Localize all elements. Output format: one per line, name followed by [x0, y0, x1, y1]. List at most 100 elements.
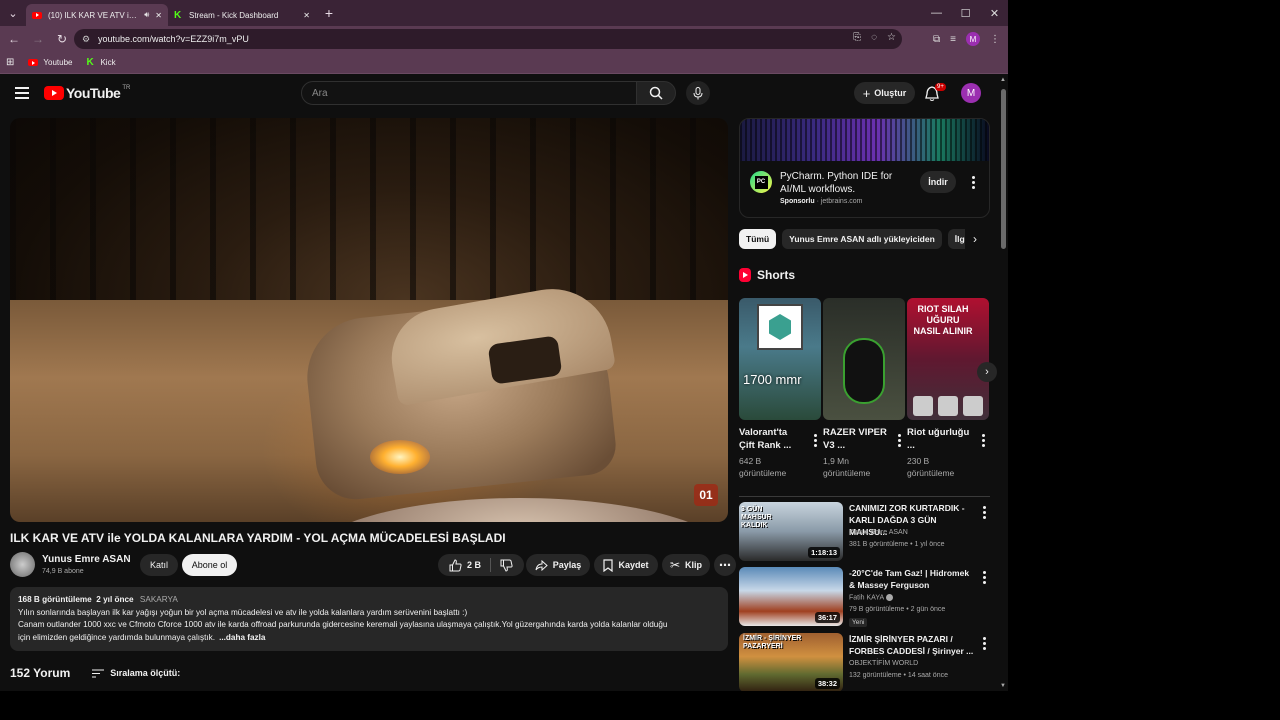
- search-button[interactable]: [636, 81, 676, 105]
- scroll-down-icon[interactable]: ▼: [1000, 683, 1006, 689]
- extensions-icon[interactable]: ⧉: [933, 34, 940, 45]
- description-meta: 168 B görüntüleme 2 yıl önce SAKARYA: [18, 594, 720, 607]
- location-tag[interactable]: SAKARYA: [140, 595, 178, 604]
- video-thumbnail[interactable]: İZMİR - ŞİRİNYER PAZARYERİ 38:32: [739, 633, 843, 691]
- youtube-favicon-icon: [32, 11, 42, 19]
- recommended-video[interactable]: 3 GÜN MAHSUR KALDIK 1:18:13 CANIMIZI ZOR…: [739, 502, 999, 562]
- chips-next-icon[interactable]: ›: [965, 229, 985, 249]
- short-thumbnail[interactable]: RIOT SILAH UĞURU NASIL ALINIR: [907, 298, 989, 420]
- page-scrollbar[interactable]: ▲ ▼: [999, 75, 1008, 691]
- video-description[interactable]: 168 B görüntüleme 2 yıl önce SAKARYA Yıl…: [10, 587, 728, 651]
- more-actions-button[interactable]: ⋯: [714, 554, 736, 576]
- clip-label: Klip: [685, 560, 703, 570]
- short-title[interactable]: RAZER VIPER V3 ...: [823, 426, 889, 452]
- video-age: 14 saat önce: [907, 672, 948, 679]
- ad-banner[interactable]: [740, 119, 989, 161]
- scrollbar-thumb[interactable]: [1001, 89, 1006, 249]
- apps-grid-icon[interactable]: ⊞: [6, 57, 14, 68]
- subscribe-button[interactable]: Abone ol: [182, 554, 237, 576]
- forward-icon[interactable]: →: [26, 27, 50, 51]
- create-button[interactable]: + Oluştur: [854, 82, 915, 104]
- video-thumbnail[interactable]: 36:17: [739, 567, 843, 626]
- minimize-icon[interactable]: —: [922, 0, 951, 26]
- tab-search-icon[interactable]: ⌄: [0, 0, 26, 26]
- ad-download-button[interactable]: İndir: [920, 171, 956, 193]
- chip-all[interactable]: Tümü: [739, 229, 777, 249]
- short-thumbnail[interactable]: [823, 298, 905, 420]
- video-age: 2 gün önce: [910, 606, 946, 613]
- kick-icon: K: [86, 57, 94, 68]
- search-input[interactable]: Ara: [301, 81, 637, 105]
- recommended-video[interactable]: 36:17 -20°C'de Tam Gaz! | Hidromek & Mas…: [739, 567, 999, 627]
- recommended-video[interactable]: İZMİR - ŞİRİNYER PAZARYERİ 38:32 İZMİR Ş…: [739, 633, 999, 691]
- shorts-next-icon[interactable]: ›: [977, 362, 997, 382]
- ad-menu-icon[interactable]: [972, 176, 975, 189]
- sponsored-ad[interactable]: PC PyCharm. Python IDE for AI/ML workflo…: [739, 118, 990, 218]
- tab-kick[interactable]: K Stream - Kick Dashboard ✕: [168, 4, 316, 26]
- thumbs-up-icon: [449, 558, 462, 571]
- sort-button[interactable]: Sıralama ölçütü:: [92, 668, 180, 678]
- short-menu-icon[interactable]: [814, 434, 817, 447]
- eye-off-icon[interactable]: ◌: [871, 32, 877, 43]
- video-menu-icon[interactable]: [983, 637, 986, 650]
- channel-name[interactable]: Yunus Emre ASAN: [42, 554, 131, 565]
- channel-name[interactable]: Yunus Emre ASAN: [849, 529, 908, 536]
- channel-name[interactable]: OBJEKTİFİM WORLD: [849, 660, 918, 667]
- tab-close-icon[interactable]: ✕: [155, 11, 162, 20]
- account-avatar[interactable]: M: [961, 83, 981, 103]
- voice-search-button[interactable]: [686, 81, 710, 105]
- youtube-logo[interactable]: YouTube TR: [44, 85, 130, 101]
- short-menu-icon[interactable]: [982, 434, 985, 447]
- site-info-icon[interactable]: ⚙: [82, 34, 92, 44]
- short-item[interactable]: RIOT SILAH UĞURU NASIL ALINIR Riot uğurl…: [907, 298, 989, 479]
- short-title[interactable]: Valorant'ta Çift Rank ...: [739, 426, 805, 452]
- short-views: 230 B görüntüleme: [907, 456, 955, 478]
- like-button[interactable]: 2 B: [449, 558, 481, 572]
- video-thumbnail[interactable]: 3 GÜN MAHSUR KALDIK 1:18:13: [739, 502, 843, 561]
- channel-avatar[interactable]: [10, 552, 35, 577]
- clip-button[interactable]: ✂ Klip: [662, 554, 710, 576]
- new-tab-icon[interactable]: +: [316, 0, 342, 26]
- media-control-icon[interactable]: ≡: [950, 34, 956, 45]
- chip-from-uploader[interactable]: Yunus Emre ASAN adlı yükleyiciden: [782, 229, 942, 249]
- video-player[interactable]: 01: [10, 118, 728, 522]
- bookmark-star-icon[interactable]: ☆: [887, 32, 896, 43]
- short-title[interactable]: Riot uğurluğu ...: [907, 426, 973, 452]
- menu-icon[interactable]: [15, 87, 29, 99]
- youtube-icon: [28, 59, 39, 66]
- profile-avatar[interactable]: M: [966, 32, 980, 46]
- video-menu-icon[interactable]: [983, 571, 986, 584]
- short-item[interactable]: RAZER VIPER V3 ... 1,9 Mn görüntüleme: [823, 298, 905, 479]
- short-menu-icon[interactable]: [898, 434, 901, 447]
- speaker-icon[interactable]: 🔊︎: [144, 10, 149, 20]
- bookmark-youtube[interactable]: Youtube: [28, 58, 72, 67]
- short-item[interactable]: 1700 mmr Valorant'ta Çift Rank ... 642 B…: [739, 298, 821, 479]
- channel-name[interactable]: Fatih KAYA: [849, 594, 894, 601]
- close-window-icon[interactable]: ✕: [980, 0, 1008, 26]
- browser-menu-icon[interactable]: ⋮: [990, 34, 1000, 45]
- shorts-header: Shorts: [739, 268, 795, 282]
- notifications-button[interactable]: 9+: [925, 83, 946, 103]
- video-title[interactable]: -20°C'de Tam Gaz! | Hidromek & Massey Fe…: [849, 567, 974, 591]
- channel-watermark-icon[interactable]: 01: [694, 484, 718, 506]
- share-button[interactable]: Paylaş: [526, 554, 590, 576]
- video-views: 79 B görüntüleme: [849, 606, 905, 613]
- url-input[interactable]: ⚙ youtube.com/watch?v=EZZ9i7m_vPU ⎘ ◌ ☆: [74, 29, 902, 49]
- install-app-icon[interactable]: ⎘: [853, 32, 861, 43]
- back-icon[interactable]: ←: [2, 27, 26, 51]
- video-title[interactable]: İZMİR ŞİRİNYER PAZARI / FORBES CADDESİ /…: [849, 633, 974, 657]
- dislike-button[interactable]: [500, 559, 513, 572]
- save-button[interactable]: Kaydet: [594, 554, 658, 576]
- show-more-link[interactable]: ...daha fazla: [219, 633, 265, 642]
- ad-title[interactable]: PyCharm. Python IDE for AI/ML workflows.: [780, 170, 910, 196]
- tab-close-icon[interactable]: ✕: [303, 11, 310, 20]
- video-menu-icon[interactable]: [983, 506, 986, 519]
- tab-youtube[interactable]: (10) ILK KAR VE ATV ile YOL 🔊︎ ✕: [26, 4, 168, 26]
- reload-icon[interactable]: ↻: [50, 27, 74, 51]
- short-thumbnail[interactable]: 1700 mmr: [739, 298, 821, 420]
- join-button[interactable]: Katıl: [140, 554, 178, 576]
- browser-window: ⌄ (10) ILK KAR VE ATV ile YOL 🔊︎ ✕ K Str…: [0, 0, 1008, 691]
- scroll-up-icon[interactable]: ▲: [1000, 77, 1006, 83]
- maximize-icon[interactable]: ☐: [951, 0, 980, 26]
- bookmark-kick[interactable]: K Kick: [86, 57, 115, 68]
